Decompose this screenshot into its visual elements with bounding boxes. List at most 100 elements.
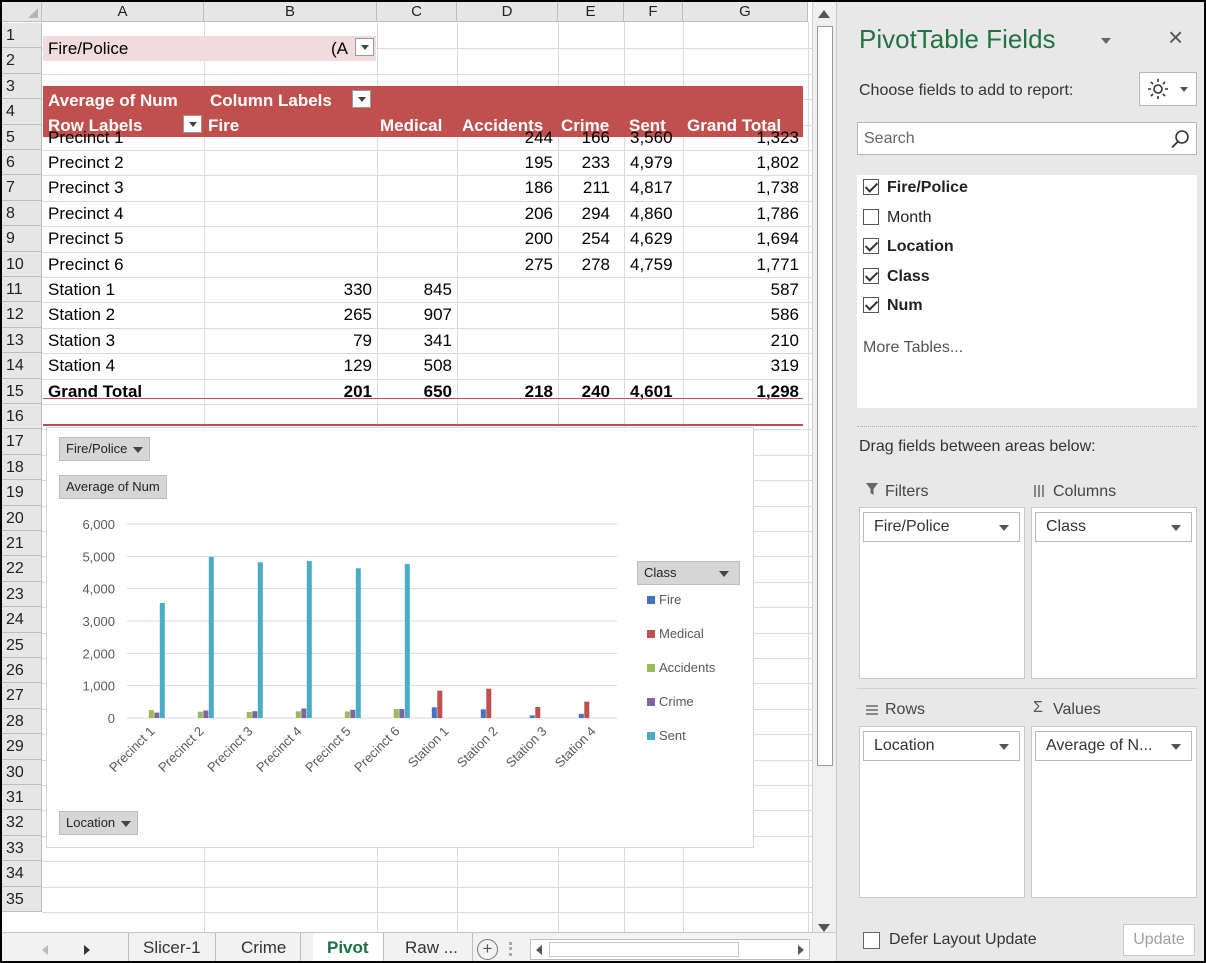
row-header-7[interactable]: 7 [2, 175, 42, 201]
tools-button[interactable] [1139, 72, 1197, 106]
row-header-34[interactable]: 34 [2, 861, 42, 887]
bar-crime-5 [399, 709, 405, 718]
scroll-up-icon[interactable] [818, 10, 830, 18]
tab-split-handle[interactable] [509, 942, 512, 956]
select-all-corner[interactable] [2, 2, 42, 22]
pane-options-chevron-icon[interactable] [1101, 38, 1111, 44]
row-header-18[interactable]: 18 [2, 455, 42, 480]
row-header-32[interactable]: 32 [2, 810, 42, 836]
add-sheet-button[interactable]: + [477, 939, 498, 960]
tab-scroll-left-icon[interactable] [42, 945, 48, 955]
field-item-class[interactable]: Class [863, 267, 930, 289]
scroll-thumb[interactable] [817, 26, 833, 766]
row-1-total: 1,323 [756, 128, 799, 147]
hscroll-right-icon[interactable] [798, 945, 804, 955]
bar-sent-5 [404, 564, 410, 718]
checkbox-checked-icon[interactable] [863, 297, 879, 313]
row-header-28[interactable]: 28 [2, 709, 42, 734]
row-header-31[interactable]: 31 [2, 785, 42, 810]
row-header-27[interactable]: 27 [2, 683, 42, 709]
row-header-12[interactable]: 12 [2, 302, 42, 328]
row-header-4[interactable]: 4 [2, 99, 42, 125]
close-icon[interactable]: × [1168, 22, 1183, 53]
row-header-24[interactable]: 24 [2, 607, 42, 633]
rows-field-pill[interactable]: Location [863, 731, 1020, 761]
field-search-input[interactable]: Search [857, 122, 1197, 155]
column-header-f[interactable]: F [624, 2, 683, 22]
row-3-crime: 211 [582, 178, 610, 197]
row-header-17[interactable]: 17 [2, 429, 42, 455]
column-header-c[interactable]: C [377, 2, 457, 22]
row-header-19[interactable]: 19 [2, 480, 42, 506]
columns-field-pill[interactable]: Class [1035, 512, 1192, 542]
row-1-sent: 3,560 [630, 128, 673, 147]
column-header-a[interactable]: A [42, 2, 204, 22]
field-item-month[interactable]: Month [863, 208, 931, 230]
row-header-11[interactable]: 11 [2, 277, 42, 302]
row-header-30[interactable]: 30 [2, 760, 42, 785]
row-header-25[interactable]: 25 [2, 633, 42, 658]
checkbox-checked-icon[interactable] [863, 268, 879, 284]
checkbox-checked-icon[interactable] [863, 238, 879, 254]
field-item-fire-police[interactable]: Fire/Police [863, 178, 968, 200]
column-header-e[interactable]: E [558, 2, 624, 22]
legend-label-accidents: Accidents [659, 660, 716, 675]
filters-field-pill[interactable]: Fire/Police [863, 512, 1020, 542]
row-header-10[interactable]: 10 [2, 252, 42, 277]
report-filter-dropdown[interactable] [355, 38, 374, 56]
hscroll-left-icon[interactable] [536, 945, 542, 955]
row-header-8[interactable]: 8 [2, 201, 42, 226]
row-header-22[interactable]: 22 [2, 556, 42, 582]
vertical-scrollbar[interactable] [812, 2, 836, 932]
row-header-2[interactable]: 2 [2, 48, 42, 74]
tab-raw[interactable]: Raw ... [391, 933, 473, 961]
row-header-6[interactable]: 6 [2, 150, 42, 175]
row-header-29[interactable]: 29 [2, 734, 42, 760]
checkbox-checked-icon[interactable] [863, 179, 879, 195]
row-header-13[interactable]: 13 [2, 328, 42, 353]
tab-scroll-right-icon[interactable] [84, 945, 90, 955]
column-header-d[interactable]: D [457, 2, 558, 22]
row-header-33[interactable]: 33 [2, 836, 42, 861]
column-header-b[interactable]: B [204, 2, 377, 22]
field-item-location[interactable]: Location [863, 237, 954, 259]
col-header-fire: Fire [208, 116, 240, 135]
horizontal-scrollbar[interactable] [530, 939, 810, 960]
field-item-num[interactable]: Num [863, 296, 923, 318]
columns-icon [1034, 485, 1044, 497]
column-labels-header: Column Labels [210, 91, 332, 110]
row-8-total: 586 [770, 305, 799, 324]
row-8-label: Station 2 [48, 305, 116, 324]
column-header-g[interactable]: G [683, 2, 808, 22]
tab-pivot[interactable]: Pivot [313, 933, 384, 961]
row-3-label: Precinct 3 [48, 178, 124, 197]
tab-slicer-1[interactable]: Slicer-1 [128, 933, 216, 961]
pivot-chart[interactable]: Fire/Police Average of Num Location Clas… [46, 427, 754, 848]
row-2-label: Precinct 2 [48, 153, 124, 172]
defer-layout-checkbox[interactable] [863, 932, 880, 949]
row-header-9[interactable]: 9 [2, 226, 42, 252]
chevron-down-icon [999, 525, 1009, 531]
row-header-26[interactable]: 26 [2, 658, 42, 683]
values-field-pill[interactable]: Average of N... [1035, 731, 1192, 761]
row-header-3[interactable]: 3 [2, 74, 42, 99]
row-labels-dropdown[interactable] [183, 115, 202, 133]
row-header-21[interactable]: 21 [2, 531, 42, 556]
update-button[interactable]: Update [1123, 924, 1195, 956]
worksheet-grid[interactable]: ABCDEFG 1 2 3 4 5 6 7 8 9 10 11 12 13 14 15 16 17 18 19 20 2… [2, 2, 812, 932]
column-labels-dropdown[interactable] [352, 90, 371, 108]
row-header-14[interactable]: 14 [2, 353, 42, 379]
checkbox-icon[interactable] [863, 209, 879, 225]
row-header-23[interactable]: 23 [2, 582, 42, 607]
more-tables-link[interactable]: More Tables... [863, 338, 963, 360]
row-header-1[interactable]: 1 [2, 23, 42, 48]
hscroll-thumb[interactable] [549, 942, 739, 957]
row-header-20[interactable]: 20 [2, 506, 42, 531]
row-header-15[interactable]: 15 [2, 379, 42, 404]
tab-crime[interactable]: Crime [227, 933, 302, 961]
row-7-label: Station 1 [48, 280, 116, 299]
row-header-35[interactable]: 35 [2, 887, 42, 912]
scroll-down-icon[interactable] [818, 924, 830, 932]
row-header-5[interactable]: 5 [2, 125, 42, 150]
row-header-16[interactable]: 16 [2, 404, 42, 429]
